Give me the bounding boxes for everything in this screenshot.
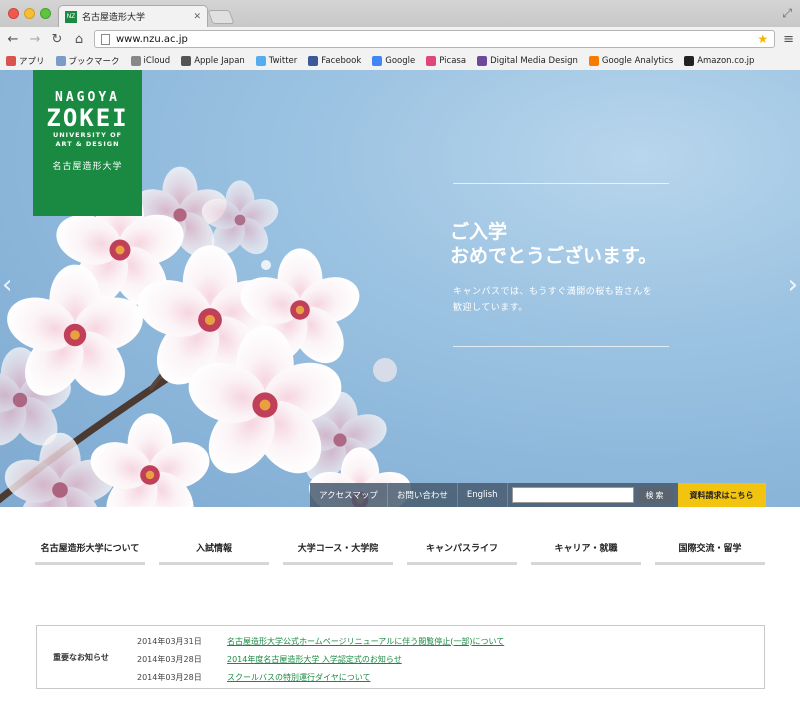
bookmark-favicon-icon [130,55,141,66]
close-window-icon[interactable] [8,8,19,19]
contact-link[interactable]: お問い合わせ [387,483,458,507]
notice-date: 2014年03月28日 [137,672,202,682]
minimize-window-icon[interactable] [24,8,35,19]
bookmark-item[interactable]: Google [372,55,416,66]
forward-arrow-icon[interactable]: → [28,32,42,47]
message-divider-bottom [453,346,669,347]
gnav-item[interactable]: 入試情報 [159,533,269,565]
notice-row: 2014年03月28日 スクールバスの特別運行ダイヤについて [137,668,504,686]
hero-title: ご入学 おめでとうございます。 [450,220,657,268]
search-button[interactable]: 検索 [637,487,674,503]
english-link[interactable]: English [457,483,508,507]
slide-prev-icon[interactable]: ‹ [2,270,12,300]
logo-japanese-name: 名古屋造形大学 [52,162,123,172]
new-tab-button[interactable] [207,10,235,24]
hero-title-line2: おめでとうございます。 [450,245,658,267]
university-logo[interactable]: NAGOYA ZOKEI UNIVERSITY OF ART & DESIGN … [33,70,142,216]
bookmark-item[interactable]: ブックマーク [55,55,120,67]
bookmark-label: Facebook [321,55,362,66]
access-map-link[interactable]: アクセスマップ [310,483,388,507]
bookmark-label: Picasa [439,55,467,66]
bookmark-label: アプリ [19,56,45,67]
notice-link[interactable]: スクールバスの特別運行ダイヤについて [227,672,371,683]
notice-date: 2014年03月28日 [137,654,202,664]
bookmark-item[interactable]: アプリ [6,55,45,67]
home-icon[interactable]: ⌂ [72,32,86,47]
gnav-item[interactable]: 国際交流・留学 [655,533,765,565]
logo-university-of: UNIVERSITY OF [52,131,123,139]
bookmark-item[interactable]: iCloud [130,55,171,66]
site-favicon-icon: NZ [65,10,77,23]
search-input[interactable] [511,487,634,503]
bookmark-item[interactable]: Apple Japan [181,55,245,66]
bookmark-favicon-icon [684,55,695,66]
important-notices: 重要なお知らせ 2014年03月31日 名古屋造形大学公式ホームページリニューアル… [36,625,765,689]
bookmark-favicon-icon [588,55,599,66]
bookmark-favicon-icon [6,55,16,66]
slide-next-icon[interactable]: › [788,270,798,300]
bookmark-favicon-icon [426,55,437,66]
hero-body-line2: 歓迎しています。 [453,303,528,313]
bookmark-label: Digital Media Design [490,55,578,66]
bookmark-item[interactable]: Amazon.co.jp [684,55,755,66]
address-bar[interactable]: www.nzu.ac.jp ★ [94,30,776,48]
bookmark-star-icon[interactable]: ★ [757,32,768,46]
back-arrow-icon[interactable]: ← [6,32,20,47]
browser-menu-icon[interactable]: ≡ [783,32,794,47]
notice-row: 2014年03月28日 2014年度名古屋造形大学 入学認定式のお知らせ [137,650,504,668]
browser-chrome: NZ 名古屋造形大学 ✕ ⤢ ← → ↻ ⌂ www.nzu.ac.jp ★ ≡… [0,0,800,70]
gnav-item[interactable]: 名古屋造形大学について [35,533,145,565]
global-nav: 名古屋造形大学について 入試情報 大学コース・大学院 キャンパスライフ キャリア・就職国… [35,533,765,565]
logo-art-design: ART & DESIGN [55,140,120,148]
hero-body-line1: キャンパスでは、もうすぐ満開の桜も皆さんを [453,287,653,297]
page-icon [101,33,110,45]
logo-nagoya: NAGOYA [55,90,120,105]
gnav-item[interactable]: 大学コース・大学院 [283,533,393,565]
hero-slideshow: NAGOYA ZOKEI UNIVERSITY OF ART & DESIGN … [0,70,800,507]
bookmark-favicon-icon [255,55,266,66]
tab-title: 名古屋造形大学 [82,13,146,23]
hero-body: キャンパスでは、もうすぐ満開の桜も皆さんを 歓迎しています。 [453,284,652,316]
notice-date: 2014年03月31日 [137,636,202,646]
address-url[interactable]: www.nzu.ac.jp [116,34,751,45]
tab-close-icon[interactable]: ✕ [193,12,201,22]
gnav-item[interactable]: キャンパスライフ [407,533,517,565]
gnav-item[interactable]: キャリア・就職 [531,533,641,565]
bookmark-label: Google [385,55,416,66]
hero-title-line1: ご入学 [450,221,508,243]
bookmark-item[interactable]: Picasa [426,55,467,66]
bookmark-item[interactable]: Facebook [308,55,362,66]
zoom-window-icon[interactable] [40,8,51,19]
bookmark-label: Twitter [268,55,298,66]
message-divider-top [453,183,669,184]
bookmark-item[interactable]: Google Analytics [588,55,674,66]
bookmark-label: Google Analytics [601,55,674,66]
browser-tab[interactable]: NZ 名古屋造形大学 ✕ [58,5,208,27]
notices-list: 2014年03月31日 名古屋造形大学公式ホームページリニューアルに伴う閲覧停止(… [137,632,504,686]
site-search: 検索 [507,483,678,507]
reload-icon[interactable]: ↻ [50,32,64,47]
bookmark-favicon-icon [55,55,66,66]
notice-link[interactable]: 2014年度名古屋造形大学 入学認定式のお知らせ [227,654,402,665]
notice-link[interactable]: 名古屋造形大学公式ホームページリニューアルに伴う閲覧停止(一部)について [227,636,504,647]
bookmark-favicon-icon [477,55,488,66]
notices-label: 重要なお知らせ [53,653,109,662]
bookmark-favicon-icon [181,55,192,66]
tab-strip: NZ 名古屋造形大学 ✕ ⤢ [0,0,800,27]
bookmark-favicon-icon [372,55,383,66]
notice-row: 2014年03月31日 名古屋造形大学公式ホームページリニューアルに伴う閲覧停止(… [137,632,504,650]
window-resize-icon[interactable]: ⤢ [782,6,792,21]
bookmarks-bar: アプリ ブックマーク iCloud Apple Japan Twitter Faceboo… [0,51,800,70]
utility-bar: アクセスマップ お問い合わせ English 検索 資料請求はこちら [310,483,766,507]
bookmark-item[interactable]: Twitter [255,55,298,66]
request-materials-button[interactable]: 資料請求はこちら [677,483,766,507]
bookmark-item[interactable]: Digital Media Design [477,55,578,66]
bookmark-label: Apple Japan [194,55,245,66]
bookmark-favicon-icon [308,55,319,66]
bookmark-label: ブックマーク [68,56,120,67]
logo-zokei: ZOKEI [46,104,129,132]
bookmark-label: Amazon.co.jp [697,55,755,66]
bookmark-label: iCloud [143,55,171,66]
browser-toolbar: ← → ↻ ⌂ www.nzu.ac.jp ★ ≡ [0,27,800,51]
